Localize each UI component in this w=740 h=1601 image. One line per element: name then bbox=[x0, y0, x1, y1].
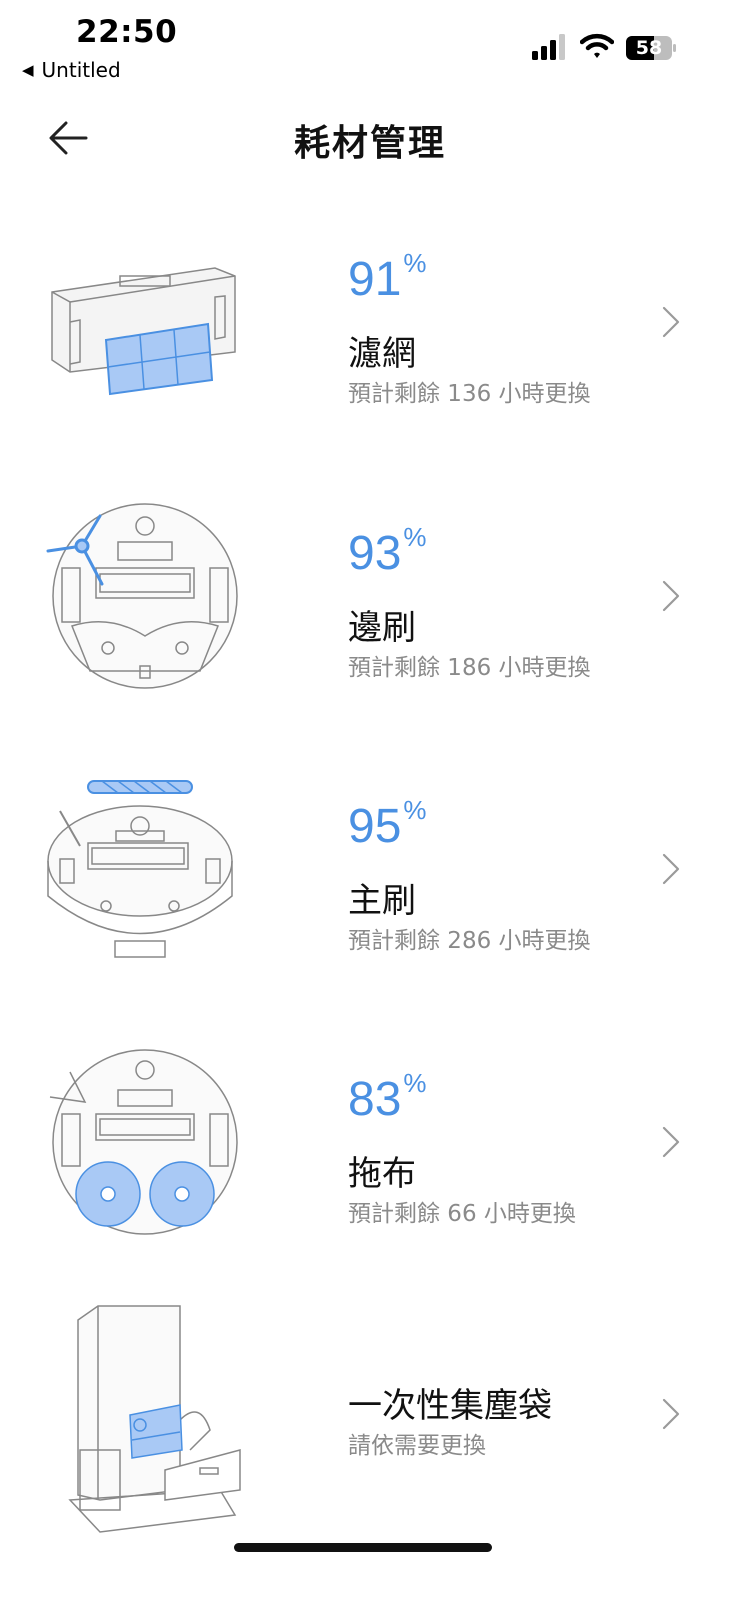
remaining-percent: 93% bbox=[348, 522, 427, 581]
consumable-item-filter[interactable]: 91% 濾網 預計剩餘 136 小時更換 bbox=[0, 212, 740, 472]
back-app-label: Untitled bbox=[41, 58, 121, 82]
chevron-right-icon bbox=[662, 853, 680, 885]
wifi-icon bbox=[580, 33, 614, 58]
chevron-right-icon bbox=[662, 1398, 680, 1430]
item-detail: 預計剩餘 186 小時更換 bbox=[348, 655, 591, 681]
item-detail: 預計剩餘 66 小時更換 bbox=[348, 1201, 576, 1227]
dust-bag-illustration bbox=[68, 1305, 241, 1533]
consumable-item-side-brush[interactable]: 93% 邊刷 預計剩餘 186 小時更換 bbox=[0, 486, 740, 746]
percent-unit: % bbox=[403, 522, 427, 552]
percent-value: 91 bbox=[348, 253, 402, 306]
consumable-item-dust-bag[interactable]: 一次性集塵袋 請依需要更換 bbox=[0, 1296, 740, 1556]
percent-unit: % bbox=[403, 795, 427, 825]
percent-value: 83 bbox=[348, 1073, 402, 1126]
consumable-item-main-brush[interactable]: 95% 主刷 預計剩餘 286 小時更換 bbox=[0, 759, 740, 1019]
back-triangle-icon: ◀ bbox=[22, 61, 34, 79]
item-name: 主刷 bbox=[348, 881, 416, 921]
percent-value: 93 bbox=[348, 527, 402, 580]
home-indicator[interactable] bbox=[234, 1543, 492, 1552]
chevron-right-icon bbox=[662, 306, 680, 338]
side-brush-illustration bbox=[46, 503, 238, 689]
remaining-percent: 83% bbox=[348, 1068, 427, 1127]
item-detail: 預計剩餘 136 小時更換 bbox=[348, 381, 591, 407]
status-bar: 22:50 ◀ Untitled 58 bbox=[0, 0, 740, 90]
remaining-percent: 95% bbox=[348, 795, 427, 854]
item-detail: 請依需要更換 bbox=[348, 1433, 486, 1459]
cellular-signal-icon bbox=[532, 34, 565, 60]
page-title: 耗材管理 bbox=[293, 123, 446, 164]
percent-unit: % bbox=[403, 248, 427, 278]
mop-illustration bbox=[49, 1049, 238, 1235]
item-name: 拖布 bbox=[348, 1154, 416, 1194]
status-time: 22:50 bbox=[76, 14, 178, 50]
consumable-item-mop[interactable]: 83% 拖布 預計剩餘 66 小時更換 bbox=[0, 1032, 740, 1292]
percent-unit: % bbox=[403, 1068, 427, 1098]
battery-icon: 58 bbox=[626, 36, 678, 60]
chevron-right-icon bbox=[662, 1126, 680, 1158]
item-name: 邊刷 bbox=[348, 608, 416, 648]
nav-bar: 耗材管理 bbox=[0, 100, 740, 180]
main-brush-illustration bbox=[47, 780, 233, 958]
percent-value: 95 bbox=[348, 800, 402, 853]
back-to-app-link[interactable]: ◀ Untitled bbox=[22, 58, 121, 82]
item-name: 一次性集塵袋 bbox=[348, 1386, 552, 1426]
chevron-right-icon bbox=[662, 580, 680, 612]
filter-illustration bbox=[51, 267, 236, 396]
item-detail: 預計剩餘 286 小時更換 bbox=[348, 928, 591, 954]
battery-level: 58 bbox=[635, 37, 663, 59]
remaining-percent: 91% bbox=[348, 248, 427, 307]
item-name: 濾網 bbox=[348, 334, 416, 374]
